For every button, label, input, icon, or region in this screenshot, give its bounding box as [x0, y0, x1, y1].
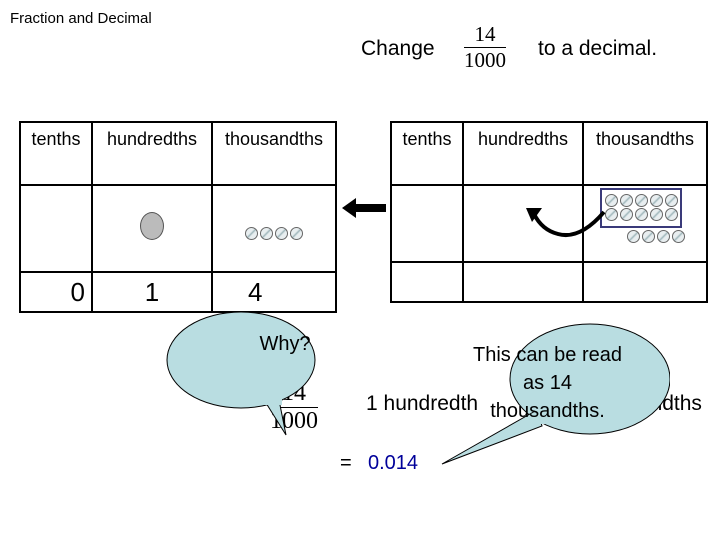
- question-fraction: 14 1000: [464, 22, 506, 73]
- left-arrow-icon: [342, 198, 386, 218]
- counter: [260, 227, 273, 240]
- explanation-text: This can be read as 14 thousandths.: [473, 344, 622, 422]
- counter: [275, 227, 288, 240]
- col-tenths: tenths: [390, 121, 464, 186]
- col-hundredths: hundredths: [91, 121, 213, 186]
- denominator: 1000: [464, 48, 506, 72]
- decimal-result: 0.014: [368, 452, 419, 474]
- why-bubble: [166, 311, 316, 436]
- question-suffix: to a decimal.: [538, 37, 658, 60]
- group-of-ten-box: [600, 188, 682, 228]
- question-prefix: Change: [361, 37, 435, 60]
- left-place-value-table: tenths hundredths thousandths 014: [19, 121, 337, 313]
- counter: [245, 227, 258, 240]
- counter: [290, 227, 303, 240]
- col-thousandths: thousandths: [211, 121, 337, 186]
- col-thousandths: thousandths: [582, 121, 708, 186]
- col-tenths: tenths: [19, 121, 93, 186]
- equals-sign: =: [340, 452, 352, 474]
- digit-tenths: 0: [19, 271, 93, 313]
- col-hundredths: hundredths: [462, 121, 584, 186]
- numerator: 14: [464, 22, 506, 48]
- hundredth-counter: [140, 212, 164, 240]
- curved-arrow-icon: [526, 208, 606, 237]
- slide-title: Fraction and Decimal: [10, 10, 152, 27]
- why-text: Why?: [259, 333, 311, 355]
